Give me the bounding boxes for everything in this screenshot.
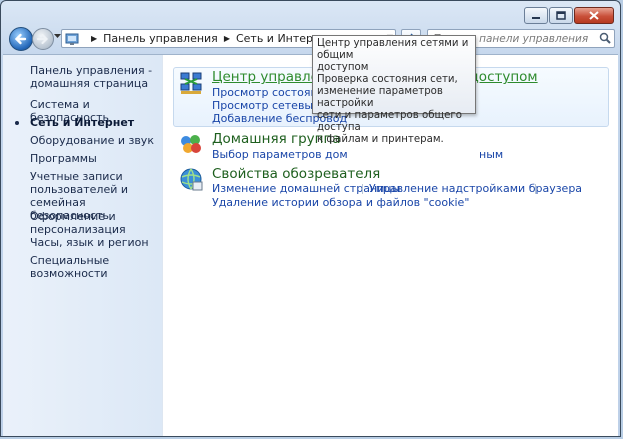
tooltip-line: доступом <box>317 62 369 73</box>
maximize-icon <box>556 11 566 20</box>
sidebar-item-label: Учетные записи <box>30 170 123 183</box>
explorer-window: ▶ Панель управления ▶ Сеть и Интернет ▶ … <box>0 0 621 437</box>
search-icon[interactable] <box>599 32 611 45</box>
homegroup-icon <box>181 135 201 153</box>
sidebar-item-label: домашняя страница <box>30 77 149 90</box>
sidebar-item-label: Оформление и <box>30 210 116 223</box>
minimize-button[interactable] <box>524 7 548 24</box>
breadcrumb-separator[interactable]: ▶ <box>224 34 230 43</box>
sidebar-item-label: пользователей и семейная <box>30 183 129 209</box>
tooltip-line: Проверка состояния сети, <box>317 74 458 85</box>
breadcrumb-separator: ▶ <box>91 34 98 43</box>
forward-arrow-icon <box>36 33 49 45</box>
breadcrumb-control-panel[interactable]: Панель управления <box>103 32 218 45</box>
sidebar-item-label: персонализация <box>30 223 126 236</box>
link-homegroup-options[interactable]: Выбор параметров дом <box>212 148 348 161</box>
sidebar-item-programs[interactable]: Программы <box>30 152 97 165</box>
close-icon <box>589 11 599 20</box>
sidebar-item-label: Панель управления - <box>30 64 153 77</box>
network-center-icon <box>180 72 202 94</box>
tooltip: Центр управления сетями и общим доступом… <box>312 35 476 145</box>
content-area: Панель управления - домашняя страница Си… <box>3 54 618 436</box>
active-bullet <box>15 121 19 125</box>
history-dropdown-icon[interactable] <box>54 34 61 39</box>
back-button[interactable] <box>9 27 33 51</box>
forward-button[interactable] <box>32 28 54 50</box>
tooltip-line: сети и параметров общего доступа <box>317 110 462 133</box>
maximize-button[interactable] <box>549 7 573 24</box>
sidebar-item-appearance[interactable]: Оформление и персонализация <box>30 210 126 236</box>
tooltip-line: к файлам и принтерам. <box>317 134 444 145</box>
internet-options-icon <box>180 168 203 191</box>
control-panel-icon <box>65 33 79 45</box>
caption-buttons <box>523 7 614 24</box>
tooltip-line: изменение параметров настройки <box>317 86 443 109</box>
link-separator <box>535 184 536 194</box>
link-homegroup-tail[interactable]: ным <box>479 148 503 161</box>
sidebar-item-network[interactable]: Сеть и Интернет <box>30 116 134 129</box>
tooltip-line: Центр управления сетями и общим <box>317 38 469 61</box>
sidebar-item-clock[interactable]: Часы, язык и регион <box>30 236 149 249</box>
section-title-internet-options[interactable]: Свойства обозревателя <box>212 166 380 182</box>
link-delete-history[interactable]: Удаление истории обзора и файлов "cookie… <box>212 196 469 209</box>
close-button[interactable] <box>574 7 614 24</box>
link-manage-addons[interactable]: Управление надстройками браузера <box>369 182 582 195</box>
sidebar-item-home[interactable]: Панель управления - домашняя страница <box>30 64 152 90</box>
sidebar-item-hardware[interactable]: Оборудование и звук <box>30 134 154 147</box>
back-arrow-icon <box>14 33 27 45</box>
sidebar-item-accessibility[interactable]: Специальные возможности <box>30 254 162 280</box>
minimize-icon <box>532 16 540 19</box>
sidebar: Панель управления - домашняя страница Си… <box>3 55 163 436</box>
link-separator <box>362 184 363 194</box>
